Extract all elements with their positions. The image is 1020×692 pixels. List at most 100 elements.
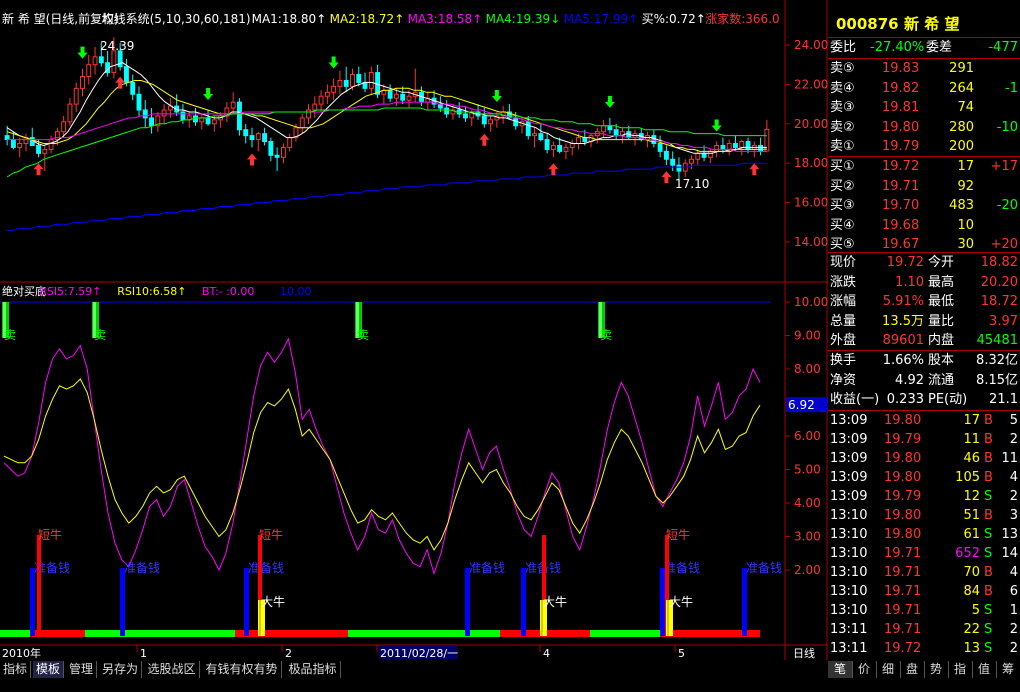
- stat-row: 涨跌 1.10 最高 20.20: [828, 273, 1020, 293]
- stat-value: 5.91%: [882, 294, 924, 309]
- candle: [758, 144, 764, 152]
- buy-level-label: 买③: [830, 198, 855, 213]
- short-bull-label: 短牛: [38, 527, 62, 542]
- buy-level-price: 19.68: [882, 217, 920, 233]
- stat-label: 换手: [830, 353, 857, 368]
- candle: [538, 133, 544, 141]
- tick-row: 13:09 19.80 17 B 5: [828, 411, 1020, 431]
- sell-level-row: 卖② 19.80 280 -10: [828, 118, 1020, 138]
- tick-count: 2: [1009, 432, 1018, 447]
- detail-tab[interactable]: 盘: [900, 661, 925, 678]
- tick-side: B: [984, 565, 993, 580]
- money-label: 准备钱: [248, 560, 284, 575]
- header-item: MA2:18.72↑: [330, 12, 405, 26]
- header-item: MA3:18.58↑: [408, 12, 483, 26]
- tick-side: B: [984, 470, 993, 485]
- buy-level-price: 19.70: [882, 198, 920, 213]
- tick-row: 13:10 19.71 84 B 6: [828, 582, 1020, 602]
- stat-label: 今开: [928, 255, 955, 270]
- detail-tab[interactable]: 势: [924, 661, 949, 678]
- candle: [262, 133, 268, 143]
- bottom-tab[interactable]: 有钱有权有势: [203, 661, 282, 678]
- sell-level-row: 卖③ 19.81 74: [828, 98, 1020, 118]
- bottom-tab[interactable]: 模板: [33, 661, 65, 678]
- tick-count: 13: [1001, 527, 1018, 542]
- stat-label: 流通: [928, 372, 955, 388]
- stat-label: 涨幅: [830, 294, 857, 309]
- candle: [745, 141, 751, 150]
- weicha-value: -477: [988, 40, 1018, 55]
- x-axis-label: 日线: [793, 646, 815, 660]
- tick-count: 11: [1001, 451, 1018, 466]
- candle: [42, 148, 48, 154]
- bottom-tab[interactable]: 选股战区: [145, 661, 200, 678]
- money-bar: [742, 568, 747, 636]
- chart-area[interactable]: 新 希 望(日线,前复权)均线系统(5,10,30,60,181) MA1:18.…: [0, 0, 828, 660]
- detail-tab[interactable]: 价: [852, 661, 877, 678]
- x-axis-label: 5: [678, 647, 685, 660]
- tick-side: S: [984, 546, 993, 561]
- tick-side: B: [984, 451, 993, 466]
- detail-tab[interactable]: 细: [876, 661, 901, 678]
- tick-row: 13:10 19.71 70 B 4: [828, 563, 1020, 583]
- candle: [387, 89, 393, 99]
- tick-volume: 13: [963, 641, 980, 656]
- buy-level-row: 买③ 19.70 483 -20: [828, 196, 1020, 216]
- tick-volume: 105: [955, 470, 980, 485]
- tick-time: 13:09: [830, 432, 868, 447]
- indicator-tick-label: 6.00: [794, 429, 821, 443]
- weibi-value: -27.40%: [870, 40, 925, 55]
- indicator-header-item: RSI10:6.58↑: [117, 285, 186, 298]
- money-bar: [120, 568, 125, 636]
- tick-row: 13:10 19.80 61 S 13: [828, 525, 1020, 545]
- bottom-tab[interactable]: 极品指标: [286, 661, 341, 678]
- stat-value: 18.82: [980, 255, 1018, 270]
- candle: [80, 76, 85, 89]
- short-bull-label: 短牛: [259, 527, 283, 542]
- detail-tab[interactable]: 笔: [828, 661, 853, 678]
- bottom-tab[interactable]: 另存为: [99, 661, 143, 678]
- money-label: 准备钱: [469, 560, 505, 575]
- candle: [544, 139, 550, 150]
- candle: [695, 152, 701, 160]
- candle: [368, 72, 374, 89]
- candle: [280, 146, 286, 158]
- sell-level-label: 卖①: [830, 139, 855, 154]
- tick-time: 13:11: [830, 641, 868, 656]
- tick-side: B: [984, 508, 993, 523]
- candle: [86, 64, 92, 78]
- stat-value: 1.66%: [882, 353, 924, 368]
- candle: [149, 117, 154, 127]
- price-tick-label: 24.00: [794, 38, 828, 52]
- candle: [237, 101, 242, 131]
- header-item: MA4:19.39↓: [486, 12, 561, 26]
- candle: [569, 143, 575, 148]
- stat-label: 内盘: [928, 333, 955, 348]
- candle: [550, 144, 556, 150]
- bottom-tab[interactable]: 指标: [0, 661, 32, 678]
- signal-strip: [0, 630, 30, 637]
- candle: [437, 103, 443, 109]
- tick-count: 14: [1001, 546, 1018, 561]
- candle: [393, 93, 399, 99]
- buy-level-label: 买②: [830, 178, 855, 194]
- tick-count: 3: [1009, 508, 1018, 523]
- stat-label: 最低: [928, 294, 955, 309]
- tick-time: 13:10: [830, 603, 868, 618]
- stat-label: PE(动): [928, 392, 968, 407]
- candle: [406, 95, 412, 101]
- stat-value: 21.1: [989, 392, 1018, 407]
- candle: [299, 117, 305, 129]
- candle: [205, 117, 211, 125]
- detail-tab[interactable]: 筹: [996, 661, 1020, 678]
- big-bull-label: 大牛: [261, 594, 285, 609]
- stock-code: 000876: [836, 15, 899, 33]
- sell-level-price: 19.83: [882, 61, 920, 76]
- detail-tab[interactable]: 指: [948, 661, 973, 678]
- bottom-tab[interactable]: 管理: [66, 661, 98, 678]
- buy-level-row: 买① 19.72 17 +17: [828, 157, 1020, 177]
- stat-label: 最高: [928, 274, 955, 290]
- price-tick-label: 20.00: [794, 117, 828, 131]
- money-bar: [244, 568, 249, 636]
- detail-tab[interactable]: 值: [972, 661, 997, 678]
